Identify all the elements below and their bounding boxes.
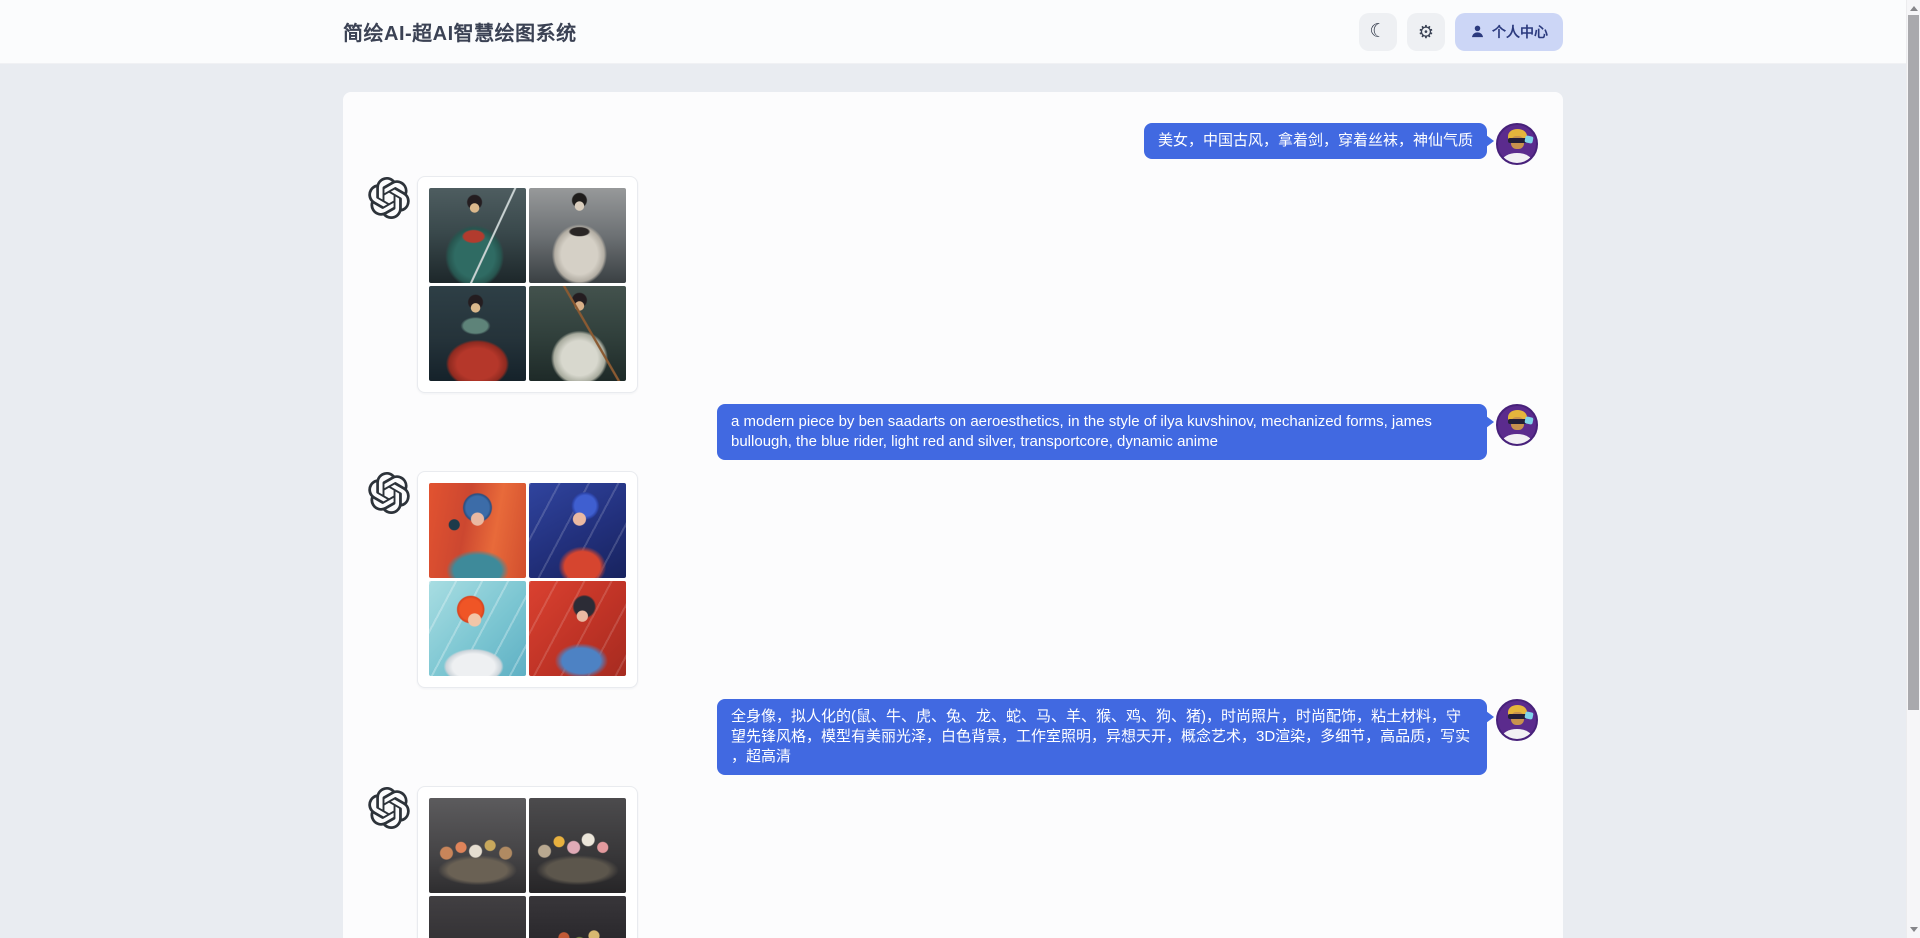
generated-image[interactable]: [529, 581, 626, 676]
generated-image[interactable]: [429, 483, 526, 578]
generated-image[interactable]: [529, 483, 626, 578]
image-grid: [429, 798, 626, 938]
scrollbar-down-arrow[interactable]: [1907, 922, 1920, 937]
user-message-bubble: 全身像，拟人化的(鼠、牛、虎、兔、龙、蛇、马、羊、猴、鸡、狗、猪)，时尚照片，时…: [717, 699, 1487, 775]
profile-button[interactable]: 个人中心: [1455, 13, 1563, 51]
user-message-bubble: a modern piece by ben saadarts on aeroes…: [717, 404, 1487, 460]
moon-icon: ☾: [1369, 22, 1386, 41]
chat-message-assistant: [368, 176, 1538, 393]
generated-image-card[interactable]: [417, 786, 638, 938]
header-actions: ☾ ⚙ 个人中心: [1359, 13, 1563, 51]
settings-button[interactable]: ⚙: [1407, 13, 1445, 51]
app-header: 简绘AI-超AI智慧绘图系统 ☾ ⚙ 个人中心: [0, 0, 1920, 64]
generated-image[interactable]: [429, 896, 526, 938]
chat-area: 美女，中国古风，拿着剑，穿着丝袜，神仙气质: [0, 92, 1920, 938]
openai-logo-icon: [368, 472, 410, 514]
app-title: 简绘AI-超AI智慧绘图系统: [343, 17, 577, 46]
generated-image[interactable]: [529, 286, 626, 381]
chat-message-user: a modern piece by ben saadarts on aeroes…: [368, 404, 1538, 460]
generated-image-card[interactable]: [417, 471, 638, 688]
user-message-text: a modern piece by ben saadarts on aeroes…: [731, 413, 1432, 450]
user-avatar[interactable]: [1496, 404, 1538, 446]
image-grid: [429, 483, 626, 676]
user-icon: [1470, 24, 1485, 39]
openai-logo-icon: [368, 177, 410, 219]
generated-image[interactable]: [429, 581, 526, 676]
generated-image[interactable]: [429, 286, 526, 381]
bubble-tail: [1486, 416, 1494, 428]
user-avatar[interactable]: [1496, 123, 1538, 165]
chat-message-assistant: [368, 471, 1538, 688]
generated-image[interactable]: [529, 188, 626, 283]
user-avatar[interactable]: [1496, 699, 1538, 741]
scrollbar[interactable]: [1906, 0, 1920, 938]
generated-image-card[interactable]: [417, 176, 638, 393]
gear-icon: ⚙: [1418, 23, 1434, 41]
image-grid: [429, 188, 626, 381]
chat-panel: 美女，中国古风，拿着剑，穿着丝袜，神仙气质: [343, 92, 1563, 938]
chat-message-user: 美女，中国古风，拿着剑，穿着丝袜，神仙气质: [368, 123, 1538, 165]
theme-toggle-button[interactable]: ☾: [1359, 13, 1397, 51]
generated-image[interactable]: [429, 798, 526, 893]
generated-image[interactable]: [529, 896, 626, 938]
generated-image[interactable]: [529, 798, 626, 893]
openai-logo-icon: [368, 787, 410, 829]
chat-message-assistant: [368, 786, 1538, 938]
scrollbar-up-arrow[interactable]: [1907, 1, 1920, 16]
profile-button-label: 个人中心: [1492, 22, 1548, 42]
scrollbar-thumb[interactable]: [1908, 15, 1919, 710]
chat-message-user: 全身像，拟人化的(鼠、牛、虎、兔、龙、蛇、马、羊、猴、鸡、狗、猪)，时尚照片，时…: [368, 699, 1538, 775]
bubble-tail: [1486, 135, 1494, 147]
generated-image[interactable]: [429, 188, 526, 283]
user-message-text: 全身像，拟人化的(鼠、牛、虎、兔、龙、蛇、马、羊、猴、鸡、狗、猪)，时尚照片，时…: [731, 708, 1470, 765]
bubble-tail: [1486, 711, 1494, 723]
user-message-text: 美女，中国古风，拿着剑，穿着丝袜，神仙气质: [1158, 132, 1473, 149]
user-message-bubble: 美女，中国古风，拿着剑，穿着丝袜，神仙气质: [1144, 123, 1487, 159]
